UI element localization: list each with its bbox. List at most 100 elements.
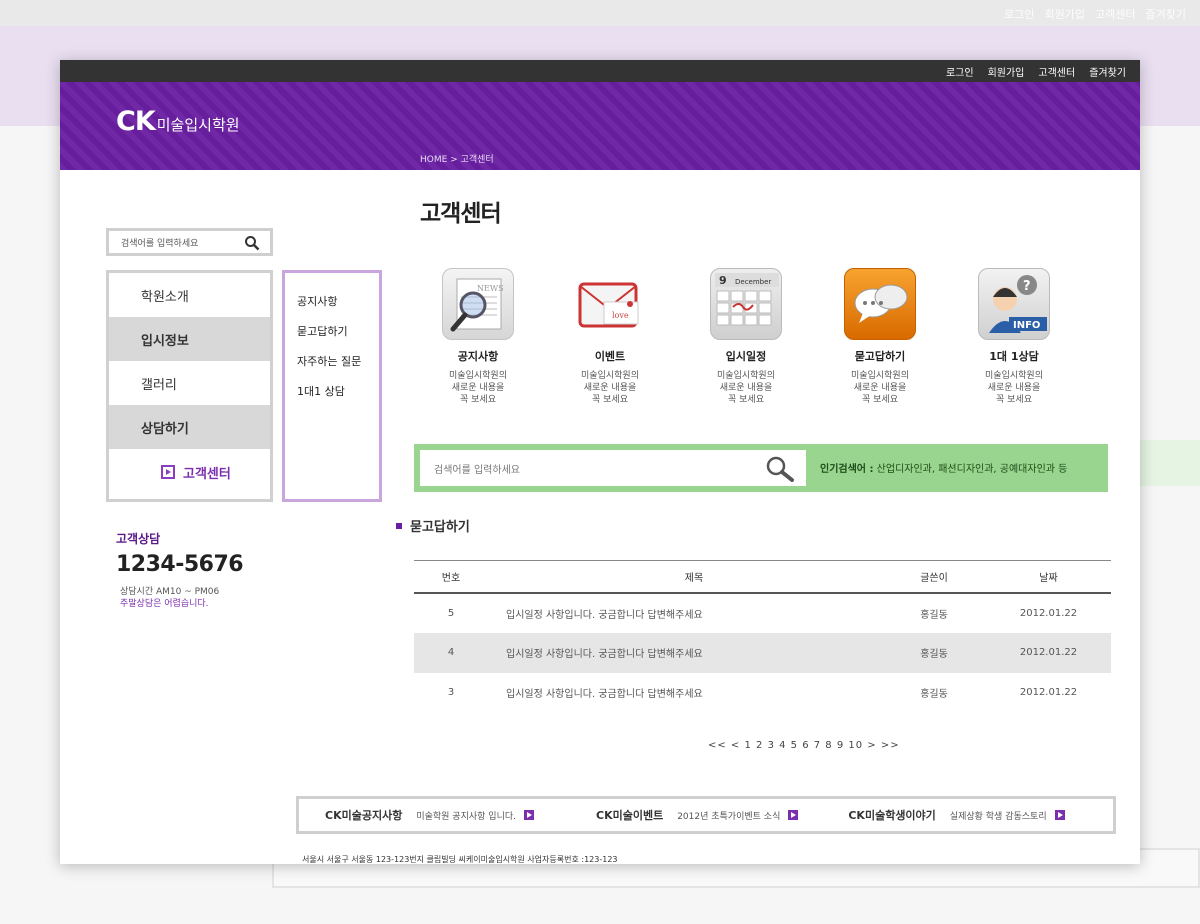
sidebar-search-placeholder: 검색어를 입력하세요 [121,238,199,249]
row-title[interactable]: 입시일정 사항입니다. 궁금합니다 답변해주세요 [488,673,882,713]
shortcut-notice-desc: 미술입시학원의 새로운 내용을 꼭 보세요 [418,370,538,406]
footer-event[interactable]: CK미술이벤트 2012년 초특가이벤트 소식 [596,807,799,823]
submenu-item-qna[interactable]: 묻고답하기 [285,317,379,347]
main-search-input[interactable]: 검색어를 입력하세요 [420,450,806,486]
section-title: 묻고답하기 [396,516,470,535]
chat-bubbles-icon [844,268,916,340]
shortcut-1on1[interactable]: ? INFO 1대 1상담 미술입시학원의 새로운 내용을 꼭 보세요 [954,268,1074,406]
svg-text:?: ? [1023,279,1031,294]
footer-links: CK미술공지사항 미술학원 공지사항 입니다. CK미술이벤트 2012년 초특… [296,796,1116,834]
sidebar-search-input[interactable]: 검색어를 입력하세요 [106,228,273,256]
row-number: 3 [447,687,455,698]
qna-table: 번호 제목 글쓴이 날짜 5 입시일정 사항입니다. 궁금합니다 답변해주세요 … [414,560,1111,713]
col-date: 날짜 [986,560,1111,594]
nav-signup[interactable]: 회원가입 [988,64,1025,79]
desc-line: 새로운 내용을 [987,383,1041,393]
shortcut-event[interactable]: love 이벤트 미술입시학원의 새로운 내용을 꼭 보세요 [550,268,670,406]
backdrop-nav-signup: 회원가입 [1044,8,1086,21]
icon-calendar-month: December [735,278,771,286]
nav-support[interactable]: 고객센터 [1038,64,1075,79]
site-logo[interactable]: CK 미술입시학원 [116,106,240,137]
section-title-text: 묻고답하기 [410,520,470,535]
breadcrumb: HOME > 고객센터 [420,155,494,165]
submenu-item-1on1[interactable]: 1대1 상담 [285,377,379,407]
desc-line: 꼭 보세요 [996,395,1032,405]
footer-notice-name: CK미술공지사항 [325,809,403,822]
table-row[interactable]: 3 입시일정 사항입니다. 궁금합니다 답변해주세요 홍길동 2012.01.2… [414,673,1111,713]
site-header: CK 미술입시학원 HOME > 고객센터 [60,82,1140,170]
shortcut-schedule-desc: 미술입시학원의 새로운 내용을 꼭 보세요 [686,370,806,406]
row-title[interactable]: 입시일정 사항입니다. 궁금합니다 답변해주세요 [488,593,882,633]
sidebar-item-academy[interactable]: 학원소개 [109,273,270,317]
shortcut-qna[interactable]: 묻고답하기 미술입시학원의 새로운 내용을 꼭 보세요 [820,268,940,406]
page-title: 고객센터 [420,201,502,227]
shortcut-event-desc: 미술입시학원의 새로운 내용을 꼭 보세요 [550,370,670,406]
arrow-icon[interactable] [788,810,799,820]
shortcut-notice[interactable]: NEWS 공지사항 미술입시학원의 새로운 내용을 꼭 보세요 [418,268,538,406]
pagination[interactable]: << < 1 2 3 4 5 6 7 8 9 10 > >> [708,740,900,751]
nav-login[interactable]: 로그인 [946,64,974,79]
support-agent-icon: ? INFO [978,268,1050,340]
logo-name: 미술입시학원 [156,116,240,134]
row-writer: 홍길동 [920,609,948,621]
backdrop-top-nav: 로그인 회원가입 고객센터 즐겨찾기 [1004,6,1186,22]
backdrop-nav-bookmark: 즐겨찾기 [1145,8,1186,21]
shortcut-qna-label: 묻고답하기 [854,350,906,363]
row-number: 4 [414,632,488,673]
calendar-icon: 9 December [710,268,782,340]
row-title[interactable]: 입시일정 사항입니다. 궁금합니다 답변해주세요 [488,632,882,673]
desc-line: 꼭 보세요 [592,395,628,405]
row-writer: 홍길동 [920,689,948,700]
popular-label: 인기검색어 : [820,464,874,475]
col-title: 제목 [488,560,882,594]
arrow-icon[interactable] [1054,810,1065,820]
bullet-square-icon [396,522,402,529]
desc-line: 꼭 보세요 [728,395,764,405]
row-date: 2012.01.22 [1019,687,1078,698]
sidebar-item-support-label: 고객센터 [183,466,231,482]
shortcut-schedule-label: 입시일정 [725,350,767,363]
contact-weekend-note: 주말상담은 어렵습니다. [120,599,209,609]
main-search-bar: 검색어를 입력하세요 인기검색어 : 산업디자인과, 패션디자인과, 공예대자인… [414,444,1108,492]
table-row[interactable]: 5 입시일정 사항입니다. 궁금합니다 답변해주세요 홍길동 2012.01.2… [414,593,1111,633]
desc-line: 꼭 보세요 [862,395,898,405]
desc-line: 미술입시학원의 [985,371,1043,381]
search-icon[interactable] [244,235,260,255]
table-header-row: 번호 제목 글쓴이 날짜 [414,560,1111,594]
play-icon [161,465,175,479]
footer-notice[interactable]: CK미술공지사항 미술학원 공지사항 입니다. [325,807,534,823]
desc-line: 꼭 보세요 [460,395,496,405]
footer-story[interactable]: CK미술학생이야기 실제상황 학생 감동스토리 [848,807,1065,823]
desc-line: 새로운 내용을 [583,383,637,393]
sidebar-item-gallery[interactable]: 갤러리 [109,361,270,405]
contact-title: 고객상담 [116,532,161,546]
desc-line: 미술입시학원의 [449,371,507,381]
shortcut-qna-desc: 미술입시학원의 새로운 내용을 꼭 보세요 [820,370,940,406]
table-row[interactable]: 4 입시일정 사항입니다. 궁금합니다 답변해주세요 홍길동 2012.01.2… [414,632,1111,673]
sidebar-item-support[interactable]: 고객센터 [109,449,270,495]
sidebar-item-admissions[interactable]: 입시정보 [109,317,270,361]
backdrop-nav-support: 고객센터 [1095,8,1136,21]
logo-ck: CK [116,106,156,137]
col-writer: 글쓴이 [882,560,986,594]
shortcut-1on1-desc: 미술입시학원의 새로운 내용을 꼭 보세요 [954,370,1074,406]
search-icon[interactable] [762,454,798,485]
shortcut-schedule[interactable]: 9 December 입시일정 미술입시학원의 새로운 내용을 꼭 보세요 [686,268,806,406]
popular-terms[interactable]: 산업디자인과, 패션디자인과, 공예대자인과 등 [877,464,1068,475]
sidebar-item-consult[interactable]: 상담하기 [109,405,270,449]
nav-bookmark[interactable]: 즐겨찾기 [1089,64,1126,79]
arrow-icon[interactable] [524,810,534,820]
desc-line: 미술입시학원의 [851,371,909,381]
footer-event-text: 2012년 초특가이벤트 소식 [677,811,781,822]
submenu: 공지사항 묻고답하기 자주하는 질문 1대1 상담 [282,270,382,502]
desc-line: 미술입시학원의 [717,371,775,381]
shortcut-1on1-label: 1대 1상담 [989,350,1039,363]
desc-line: 새로운 내용을 [451,383,505,393]
submenu-item-faq[interactable]: 자주하는 질문 [285,347,379,377]
page-card: 로그인 회원가입 고객센터 즐겨찾기 CK 미술입시학원 HOME > 고객센터… [60,60,1140,864]
contact-phone: 1234-5676 [116,552,244,577]
desc-line: 새로운 내용을 [719,383,773,393]
submenu-item-notice[interactable]: 공지사항 [285,287,379,317]
icon-love-text: love [612,311,629,320]
row-date: 2012.01.22 [1019,607,1078,619]
